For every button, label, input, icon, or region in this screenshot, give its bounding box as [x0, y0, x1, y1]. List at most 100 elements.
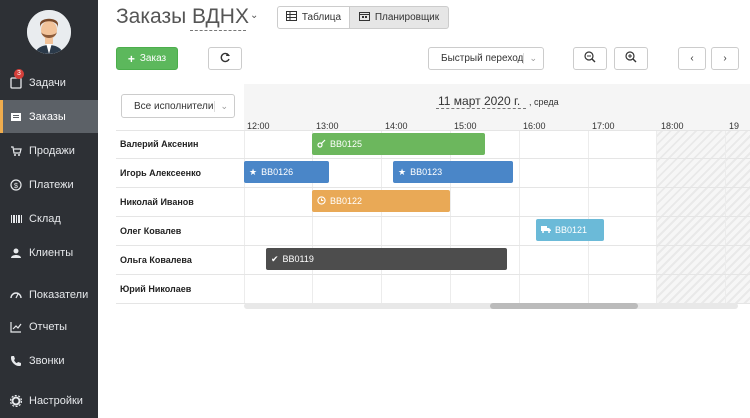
view-table-label: Таблица	[301, 12, 342, 23]
grid-column-line	[656, 130, 657, 304]
scrollbar-thumb[interactable]	[490, 303, 638, 309]
order-block[interactable]: ВВ0122	[312, 190, 450, 212]
refresh-icon	[219, 51, 231, 66]
order-code: ВВ0121	[555, 225, 588, 235]
phone-icon	[10, 355, 22, 367]
grid-row-line	[116, 216, 750, 217]
title-underline	[190, 30, 246, 31]
view-planner-label: Планировщик	[374, 12, 440, 23]
order-code: ВВ0122	[330, 196, 363, 206]
sidebar-item-label: Показатели	[29, 288, 89, 301]
chevron-down-icon[interactable]: ⌄	[250, 10, 258, 21]
sidebar-item-tasks[interactable]: 3 Задачи	[0, 66, 98, 99]
grid-column-line	[381, 130, 382, 304]
star-icon: ★	[398, 166, 407, 177]
grid-row-line	[116, 187, 750, 188]
order-block[interactable]: ★ ВВ0123	[393, 161, 513, 183]
chevron-down-icon: ⌄	[523, 53, 537, 64]
view-planner-button[interactable]: Планировщик	[349, 6, 449, 29]
sidebar-item-reports[interactable]: Отчеты	[0, 310, 98, 343]
sidebar-item-label: Платежи	[29, 178, 74, 191]
assignee-row-label: Олег Ковалев	[120, 226, 182, 236]
chevron-down-icon: ⌄	[214, 100, 228, 112]
grid-column-line	[725, 130, 726, 304]
refresh-button[interactable]	[208, 47, 242, 70]
assignee-row-label: Валерий Аксенин	[120, 139, 199, 149]
svg-text:$: $	[14, 183, 18, 190]
add-order-button[interactable]: + Заказ	[116, 47, 178, 70]
sidebar-item-label: Звонки	[29, 354, 65, 367]
star-icon: ★	[249, 166, 258, 177]
grid-column-line	[312, 130, 313, 304]
zoom-out-icon	[584, 51, 596, 66]
sidebar-item-label: Задачи	[29, 76, 66, 89]
sidebar-item-clients[interactable]: Клиенты	[0, 236, 98, 269]
assignee-row-label: Игорь Алексеенко	[120, 168, 201, 178]
sidebar-item-settings[interactable]: Настройки	[0, 384, 98, 417]
assignee-row-label: Ольга Ковалева	[120, 255, 192, 265]
order-block[interactable]: ★ ВВ0126	[244, 161, 329, 183]
sidebar-item-warehouse[interactable]: Склад	[0, 202, 98, 235]
order-code: ВВ0119	[282, 254, 314, 264]
grid-column-line	[519, 130, 520, 304]
assignee-filter-select[interactable]: Все исполнители ⌄	[121, 94, 235, 118]
grid-row-line	[116, 158, 750, 159]
zoom-in-button[interactable]	[614, 47, 648, 70]
quick-jump-select[interactable]: Быстрый переход ⌄	[428, 47, 544, 70]
date-label[interactable]: 11 март 2020 г.	[438, 94, 520, 108]
chevron-left-icon: ‹	[690, 53, 694, 64]
quick-jump-label: Быстрый переход	[441, 53, 524, 64]
table-icon	[285, 11, 297, 24]
date-underline	[436, 108, 526, 109]
order-code: ВВ0123	[410, 167, 443, 177]
cart-icon	[10, 145, 22, 157]
check-icon: ✔	[271, 253, 279, 264]
order-block[interactable]: ВВ0125	[312, 133, 485, 155]
order-code: ВВ0126	[261, 167, 294, 177]
grid-row-line	[116, 274, 750, 275]
sidebar-item-calls[interactable]: Звонки	[0, 344, 98, 377]
grid-column-line	[450, 130, 451, 304]
order-block[interactable]: ✔ ВВ0119	[266, 248, 507, 270]
grid-row-line	[116, 245, 750, 246]
assignee-row-label: Юрий Николаев	[120, 284, 192, 294]
assignee-row-label: Николай Иванов	[120, 197, 194, 207]
order-block[interactable]: ВВ0121	[536, 219, 604, 241]
order-code: ВВ0125	[330, 139, 363, 149]
avatar[interactable]	[27, 10, 71, 54]
grid-column-line	[588, 130, 589, 304]
sidebar-item-label: Продажи	[29, 144, 75, 157]
sidebar-item-label: Склад	[29, 212, 61, 225]
tasks-count-badge: 3	[14, 69, 24, 79]
calendar-icon	[358, 11, 370, 24]
sidebar-item-metrics[interactable]: Показатели	[0, 278, 98, 311]
sidebar-item-sales[interactable]: Продажи	[0, 134, 98, 167]
grid-column-line	[244, 130, 245, 304]
sidebar-item-label: Заказы	[29, 110, 66, 123]
orders-icon	[10, 111, 22, 123]
view-table-button[interactable]: Таблица	[277, 6, 350, 29]
truck-icon	[541, 225, 551, 235]
page-title: Заказы ВДНХ	[116, 5, 249, 28]
clients-icon	[10, 247, 22, 259]
sidebar-item-label: Настройки	[29, 394, 83, 407]
sidebar-item-label: Отчеты	[29, 320, 68, 333]
sidebar-item-orders[interactable]: Заказы	[0, 100, 98, 133]
weekday-label: , среда	[529, 97, 559, 107]
sidebar: 3 Задачи Заказы Продажи $ Платежи Склад …	[0, 0, 98, 418]
horizontal-scrollbar[interactable]	[244, 303, 738, 309]
plus-icon: +	[127, 51, 135, 66]
reports-icon	[10, 321, 22, 333]
zoom-out-button[interactable]	[573, 47, 607, 70]
sidebar-item-payments[interactable]: $ Платежи	[0, 168, 98, 201]
zoom-in-icon	[625, 51, 637, 66]
sidebar-item-label: Клиенты	[29, 246, 74, 259]
prev-button[interactable]: ‹	[678, 47, 706, 70]
payments-icon: $	[10, 178, 22, 191]
settings-icon	[10, 394, 22, 407]
key-icon	[317, 139, 326, 150]
barcode-icon	[10, 213, 22, 225]
non-working-hours	[656, 130, 750, 304]
assignee-filter-label: Все исполнители	[134, 100, 214, 112]
next-button[interactable]: ›	[711, 47, 739, 70]
